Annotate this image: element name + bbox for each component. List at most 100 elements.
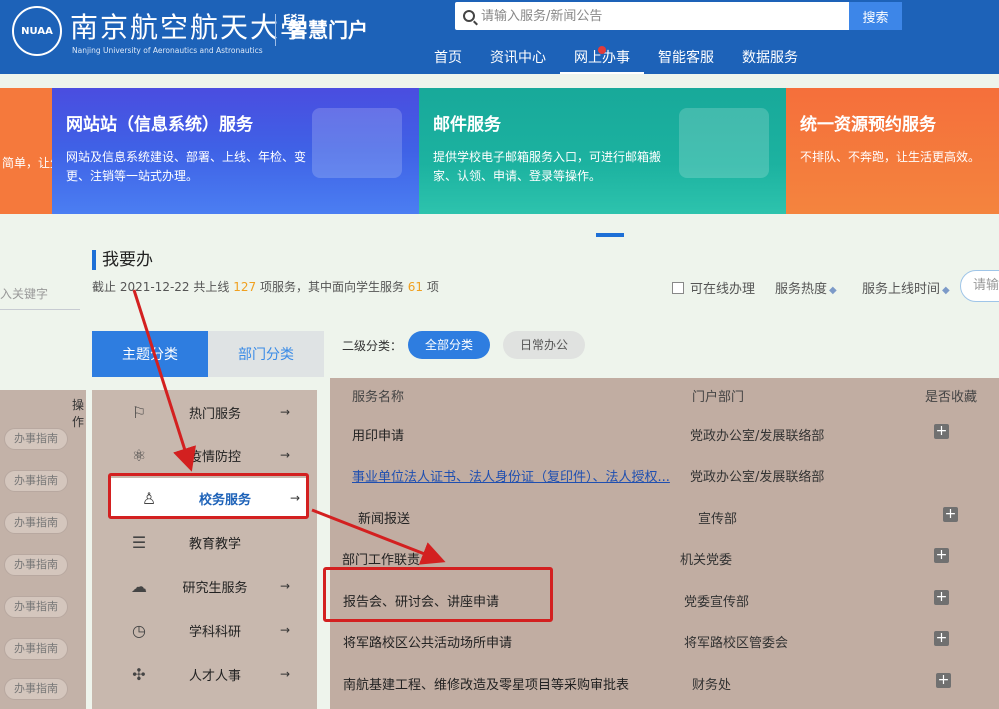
banner-title: 邮件服务 [433, 115, 501, 135]
add-favorite-icon[interactable]: + [943, 507, 958, 522]
operation-header: 操作 [72, 398, 85, 429]
category-research[interactable]: ◷ 学科科研 → [100, 610, 300, 650]
add-favorite-icon[interactable]: + [936, 673, 951, 688]
table-row[interactable]: 将军路校区公共活动场所申请 将军路校区管委会 + [340, 620, 999, 660]
category-epidemic-control[interactable]: ⚛ 疫情防控 → [100, 435, 300, 475]
service-name[interactable]: 部门工作联责 [342, 549, 662, 568]
service-search-input[interactable]: 请输 [960, 270, 999, 302]
service-department: 党委宣传部 [684, 595, 750, 610]
column-header-favorite: 是否收藏 [925, 390, 978, 405]
category-graduate-services[interactable]: ☁ 研究生服务 → [100, 566, 300, 606]
nav-home[interactable]: 首页 [420, 42, 476, 74]
portal-title: 智慧门户 [288, 18, 368, 42]
sort-time-label: 服务上线时间 [862, 282, 941, 297]
nav-data-service[interactable]: 数据服务 [728, 42, 812, 74]
university-name-en: Nanjing University of Aeronautics and As… [72, 46, 263, 55]
add-favorite-icon[interactable]: + [934, 424, 949, 439]
table-row[interactable]: 新闻报送 宣传部 + [340, 496, 999, 536]
guide-button[interactable]: 办事指南 [4, 678, 68, 700]
summary-suffix: 项 [426, 280, 439, 294]
online-filter-label: 可在线办理 [690, 282, 756, 297]
arrow-right-icon: → [280, 623, 291, 637]
banner-card-website-service[interactable]: 网站站（信息系统）服务 网站及信息系统建设、部署、上线、年检、变更、注销等一站式… [52, 88, 432, 214]
category-label: 学科科研 [188, 624, 241, 640]
sort-hot-label: 服务热度 [775, 282, 828, 297]
nav-smart-service[interactable]: 智能客服 [644, 42, 728, 74]
sort-arrow-icon: ◆ [942, 285, 950, 296]
category-education[interactable]: ☰ 教育教学 [100, 522, 300, 562]
add-favorite-icon[interactable]: + [934, 590, 949, 605]
guide-button[interactable]: 办事指南 [4, 512, 68, 534]
service-name[interactable]: 新闻报送 [358, 508, 678, 527]
guide-button[interactable]: 办事指南 [4, 596, 68, 618]
nav-online-service[interactable]: 网上办事 [560, 42, 644, 74]
nav-news-center[interactable]: 资讯中心 [476, 42, 560, 74]
sort-by-popularity[interactable]: 服务热度 ◆ [775, 278, 837, 297]
service-department: 党政办公室/发展联络部 [690, 429, 825, 444]
category-label: 热门服务 [188, 406, 241, 422]
category-hot-services[interactable]: ⚐ 热门服务 → [100, 392, 300, 432]
graduate-icon: ☁ [131, 576, 147, 596]
sort-arrow-icon: ◆ [829, 285, 837, 296]
category-label: 人才人事 [188, 668, 241, 684]
banner-card-resource-booking[interactable]: 统一资源预约服务 不排队、不奔跑，让生活更高效。 [786, 88, 999, 214]
university-name-cn: 南京航空航天大學 [70, 11, 311, 44]
service-name[interactable]: 用印申请 [352, 425, 672, 444]
service-department: 财务处 [692, 678, 732, 693]
service-name[interactable]: 将军路校区公共活动场所申请 [343, 632, 663, 651]
banner-desc: 提供学校电子邮箱服务入口，可进行邮箱搬家、认领、申请、登录等操作。 [433, 150, 662, 183]
service-department: 将军路校区管委会 [684, 636, 789, 651]
sort-by-launch-time[interactable]: 服务上线时间 ◆ [862, 278, 950, 297]
highlight-box-lecture-application [323, 567, 553, 622]
guide-button[interactable]: 办事指南 [4, 470, 68, 492]
top-header: NUAA 南京航空航天大學 Nanjing University of Aero… [0, 0, 999, 74]
guide-button[interactable]: 办事指南 [4, 554, 68, 576]
tab-theme-category[interactable]: 主题分类 [92, 331, 208, 377]
add-favorite-icon[interactable]: + [934, 631, 949, 646]
student-count: 61 [407, 280, 424, 294]
search-icon [463, 10, 475, 22]
summary-prefix: 截止 2021-12-22 共上线 [92, 280, 230, 294]
table-row[interactable]: 用印申请 党政办公室/发展联络部 + [340, 413, 999, 453]
category-label: 研究生服务 [182, 580, 248, 596]
column-header-service-name: 服务名称 [352, 390, 405, 405]
guide-button[interactable]: 办事指南 [4, 428, 68, 450]
search-input[interactable] [481, 8, 821, 24]
banner-title: 网站站（信息系统）服务 [66, 115, 253, 135]
arrow-right-icon: → [280, 667, 291, 681]
category-hr[interactable]: ✣ 人才人事 → [100, 654, 300, 694]
service-name[interactable]: 事业单位法人证书、法人身份证（复印件）、法人授权... [352, 466, 672, 485]
left-service-list: 操作 办事指南 办事指南 办事指南 办事指南 办事指南 办事指南 办事指南 [0, 390, 86, 709]
search-box[interactable] [455, 2, 850, 30]
chip-daily-office[interactable]: 日常办公 [503, 331, 585, 359]
carousel-indicator[interactable] [596, 233, 624, 237]
virus-icon: ⚛ [131, 445, 147, 465]
left-keyword-input[interactable]: 入关键字 [0, 284, 80, 310]
category-label: 疫情防控 [188, 449, 241, 465]
banner-desc: 网站及信息系统建设、部署、上线、年检、变更、注销等一站式办理。 [66, 150, 307, 183]
online-checkbox[interactable] [672, 281, 684, 294]
service-name[interactable]: 南航基建工程、维修改造及零星项目等采购审批表 [343, 674, 663, 693]
service-department: 宣传部 [698, 512, 738, 527]
search-button[interactable]: 搜索 [849, 2, 902, 30]
section-title: 我要办 [92, 250, 153, 270]
notification-dot-icon [598, 46, 606, 54]
service-department: 机关党委 [680, 553, 733, 568]
banner-desc: 不排队、不奔跑，让生活更高效。 [800, 150, 981, 164]
arrow-right-icon: → [280, 405, 291, 419]
online-filter[interactable]: 可在线办理 [672, 278, 755, 297]
guide-button[interactable]: 办事指南 [4, 638, 68, 660]
service-summary: 截止 2021-12-22 共上线 127 项服务，其中面向学生服务 61 项 [92, 278, 439, 295]
university-seal-logo: NUAA [12, 6, 62, 56]
total-count: 127 [233, 280, 257, 294]
network-people-icon: ✣ [132, 664, 146, 684]
banner-title: 统一资源预约服务 [800, 115, 936, 135]
sub-category-label: 二级分类： [342, 339, 403, 353]
table-row[interactable]: 事业单位法人证书、法人身份证（复印件）、法人授权... 党政办公室/发展联络部 [340, 454, 999, 494]
tab-department-category[interactable]: 部门分类 [208, 331, 324, 377]
chip-all-categories[interactable]: 全部分类 [408, 331, 490, 359]
add-favorite-icon[interactable]: + [934, 548, 949, 563]
highlight-box-school-affairs [108, 473, 309, 519]
table-row[interactable]: 南航基建工程、维修改造及零星项目等采购审批表 财务处 + [340, 662, 999, 702]
banner-card-mail-service[interactable]: 邮件服务 提供学校电子邮箱服务入口，可进行邮箱搬家、认领、申请、登录等操作。 [419, 88, 799, 214]
